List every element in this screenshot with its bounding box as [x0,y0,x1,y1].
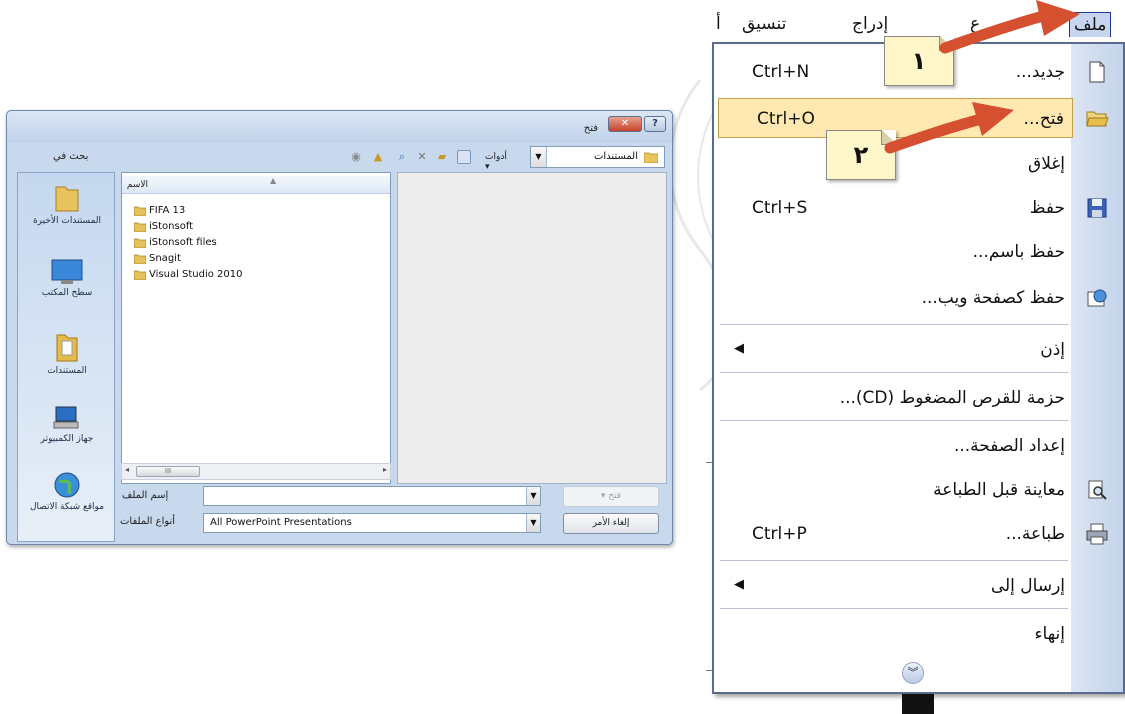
scroll-right-icon[interactable]: ▸ [383,465,387,474]
print-preview-icon [1088,480,1107,500]
file-menu: Ctrl+N جديد... Ctrl+O فتح... إغلاق Ctrl+… [712,42,1125,694]
sort-arrow-icon: ▲ [270,176,277,185]
menu-icon-gutter [1071,44,1123,692]
close-button[interactable]: ✕ [608,116,642,132]
web-page-icon [1087,289,1107,307]
file-types-select[interactable]: All PowerPoint Presentations ▼ [203,513,541,533]
file-item[interactable]: Visual Studio 2010 [134,267,243,282]
menu-item-permission[interactable]: ◀ إذن [714,330,1073,370]
open-folder-icon [1086,111,1109,127]
file-list[interactable]: الاسم ▲ FIFA 13 iStonsoft iStonsoft file… [121,172,391,484]
callout-step-2: ٢ [826,130,896,180]
menu-separator [720,420,1068,421]
look-in-label: بحث في [53,151,89,162]
file-name-label: إسم الملف [122,490,169,501]
printer-icon [1086,523,1108,545]
menu-separator [720,608,1068,609]
up-folder-icon[interactable]: ▲ [371,150,385,164]
look-in-value: المستندات [593,151,638,162]
file-item[interactable]: Snagit [134,251,181,266]
dialog-title: فتح [583,123,598,134]
place-computer[interactable]: جهاز الكمبيوتر [18,405,116,445]
dialog-toolbar: المستندات ▼ أدوات ▾ ▰ ✕ ⌕ ▲ ◉ [123,146,665,172]
file-item[interactable]: iStonsoft files [134,235,217,250]
save-disk-icon [1087,198,1107,218]
chevron-double-down-icon[interactable]: ︾ [902,662,924,684]
submenu-arrow-icon: ◀ [734,577,744,592]
menu-extra[interactable]: أ [716,14,721,34]
menu-item-save-as-web[interactable]: حفظ كصفحة ويب... [714,278,1073,318]
place-network[interactable]: مواقع شبكة الاتصال [18,471,116,513]
open-button[interactable]: فتح ▾ [563,486,659,507]
submenu-arrow-icon: ◀ [734,341,744,356]
back-icon[interactable]: ◉ [349,150,363,164]
open-dialog: فتح ✕ ? بحث في المستندات ▼ أدوات ▾ ▰ ✕ ⌕… [6,110,673,545]
folder-icon [134,254,146,264]
chevron-down-icon[interactable]: ▼ [526,487,540,505]
background-tick [706,462,712,463]
place-desktop[interactable]: سطح المكتب [18,259,116,299]
dialog-titlebar[interactable]: فتح ✕ ? [7,111,672,143]
folder-icon [134,270,146,280]
chevron-down-icon[interactable]: ▼ [526,514,540,532]
menu-item-print-preview[interactable]: معاينة قبل الطباعة [714,470,1073,510]
menu-item-package-cd[interactable]: حزمة للقرص المضغوط (CD)... [714,378,1073,418]
callout-step-1: ١ [884,36,954,86]
scroll-left-icon[interactable]: ◂ [125,465,129,474]
menu-separator [720,560,1068,561]
recent-folder-icon [55,186,79,212]
menu-separator [720,324,1068,325]
place-recent-documents[interactable]: المستندات الأخيرة [18,183,116,227]
network-globe-icon [54,472,80,498]
folder-icon [134,206,146,216]
new-folder-icon[interactable]: ▰ [435,150,449,164]
file-name-input[interactable]: ▼ [203,486,541,506]
folder-icon [134,238,146,248]
help-button[interactable]: ? [644,116,666,132]
views-icon[interactable] [457,150,471,164]
delete-icon[interactable]: ✕ [415,150,429,164]
documents-folder-icon [56,334,78,362]
menu-edit[interactable]: ع [970,14,980,34]
menu-item-save-as[interactable]: حفظ باسم... [714,232,1073,272]
menu-insert[interactable]: إدراج [852,14,888,34]
look-in-select[interactable]: المستندات ▼ [530,146,665,168]
search-web-icon[interactable]: ⌕ [395,150,409,164]
places-bar: المستندات الأخيرة سطح المكتب المستندات ج… [17,172,115,542]
tools-menu[interactable]: أدوات ▾ [485,152,513,172]
place-documents[interactable]: المستندات [18,333,116,377]
menu-item-page-setup[interactable]: إعداد الصفحة... [714,426,1073,466]
file-types-label: أنواع الملفات [120,516,176,527]
horizontal-scrollbar[interactable]: ◂ III ▸ [121,463,391,480]
new-document-icon [1089,61,1105,83]
menu-format[interactable]: تنسيق [742,14,786,34]
desktop-icon [51,259,83,284]
file-item[interactable]: FIFA 13 [134,203,185,218]
cancel-button[interactable]: إلغاء الأمر [563,513,659,534]
folder-icon [644,152,658,163]
preview-pane [397,172,667,484]
menu-item-send-to[interactable]: ◀ إرسال إلى [714,566,1073,606]
file-item[interactable]: iStonsoft [134,219,193,234]
scroll-thumb[interactable]: III [136,466,200,477]
menu-separator [720,372,1068,373]
menu-item-save[interactable]: Ctrl+S حفظ [714,188,1073,228]
menu-file[interactable]: ملف [1069,12,1112,37]
column-header-name[interactable]: الاسم ▲ [122,176,390,194]
background-window-fragment [902,694,934,714]
menu-item-exit[interactable]: إنهاء [714,614,1073,654]
chevron-down-icon[interactable]: ▼ [531,147,547,167]
folder-icon [134,222,146,232]
computer-icon [53,406,79,429]
menu-item-print[interactable]: Ctrl+P طباعة... [714,514,1073,554]
background-tick [706,670,712,671]
